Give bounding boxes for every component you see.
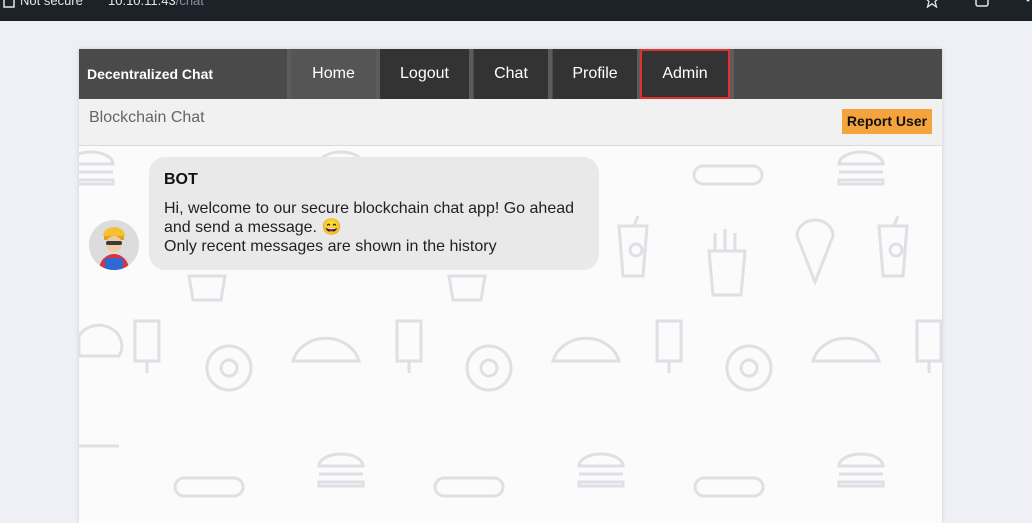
- nav-admin-button[interactable]: Admin: [640, 49, 730, 99]
- brand-title: Decentralized Chat: [79, 49, 287, 99]
- message-bubble: BOT Hi, welcome to our secure blockchain…: [149, 157, 599, 270]
- nav-divider: [469, 49, 473, 99]
- bot-avatar-icon: [89, 220, 139, 270]
- chat-title: Blockchain Chat: [89, 109, 205, 126]
- extensions-icon[interactable]: [974, 0, 990, 8]
- nav-profile-button[interactable]: Profile: [553, 49, 637, 99]
- nav-home-button[interactable]: Home: [291, 49, 376, 99]
- security-label[interactable]: Not secure: [20, 0, 83, 8]
- nav-divider: [730, 49, 734, 99]
- message-sender: BOT: [164, 171, 198, 188]
- bookmark-star-icon[interactable]: [924, 0, 940, 8]
- nav-divider: [548, 49, 552, 99]
- report-user-button[interactable]: Report User: [842, 109, 932, 134]
- nav-logout-button[interactable]: Logout: [380, 49, 469, 99]
- message-text: Hi, welcome to our secure blockchain cha…: [164, 199, 594, 256]
- lock-icon[interactable]: [2, 0, 16, 8]
- address-bar[interactable]: 10.10.11.43/chat: [108, 0, 204, 8]
- message-line: Hi, welcome to our secure blockchain cha…: [164, 200, 575, 236]
- chat-messages-area[interactable]: BOT Hi, welcome to our secure blockchain…: [79, 146, 942, 523]
- chat-header: Blockchain Chat Report User: [79, 99, 942, 146]
- url-path: /chat: [175, 0, 204, 8]
- menu-icon[interactable]: [1022, 0, 1032, 8]
- navbar: Decentralized Chat Home Logout Chat Prof…: [79, 49, 942, 99]
- nav-chat-button[interactable]: Chat: [474, 49, 548, 99]
- message-line: Only recent messages are shown in the hi…: [164, 238, 497, 255]
- browser-toolbar: Not secure 10.10.11.43/chat: [0, 0, 1032, 21]
- url-host: 10.10.11.43: [108, 0, 176, 8]
- app-container: Decentralized Chat Home Logout Chat Prof…: [79, 49, 942, 523]
